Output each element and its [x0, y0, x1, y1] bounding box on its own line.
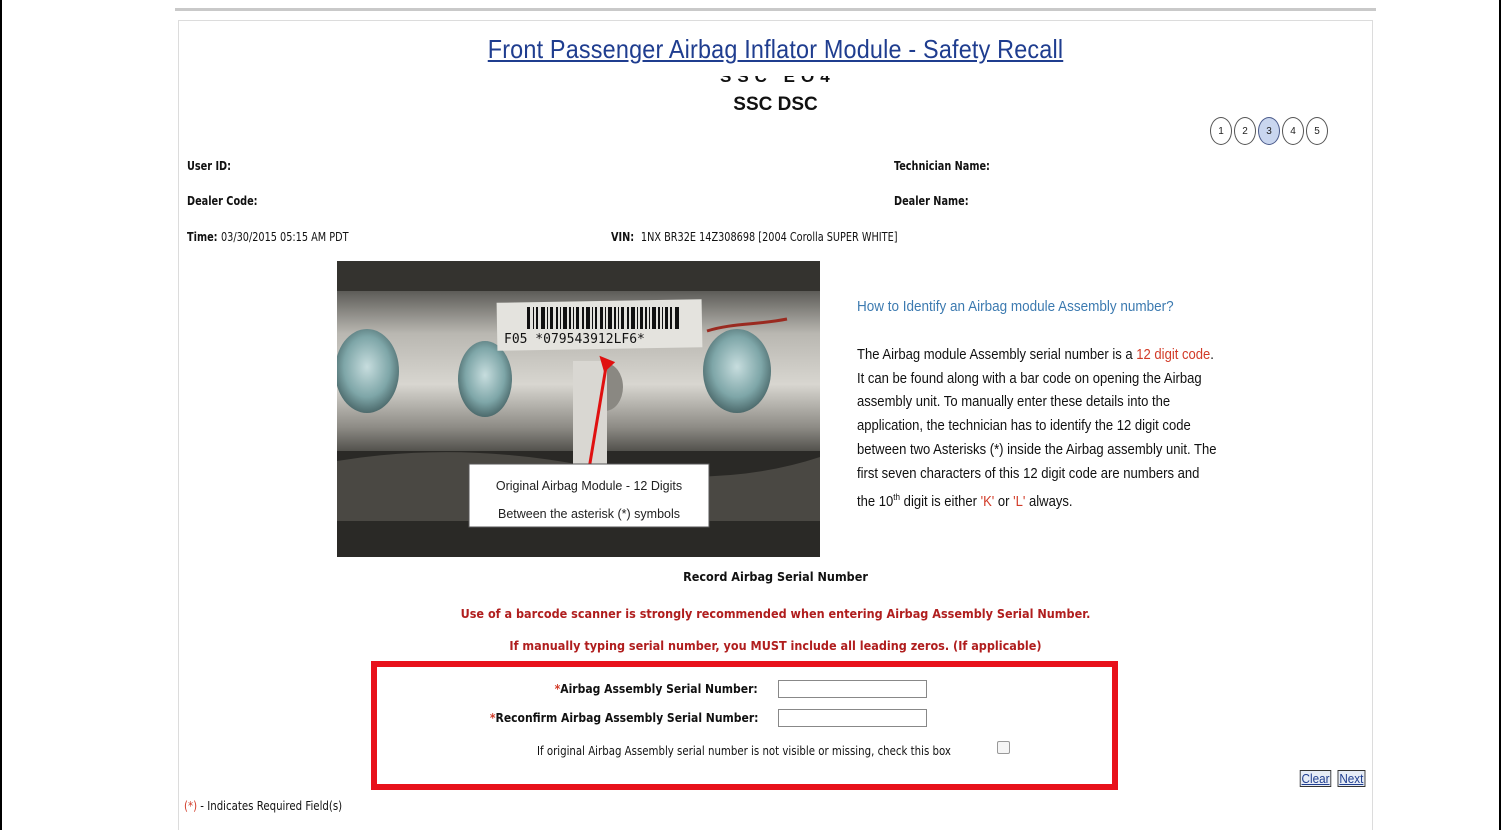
info-text: digit is either — [900, 494, 981, 511]
info-highlight: 12 digit code — [1136, 347, 1211, 363]
barcode-scanner-warning: Use of a barcode scanner is strongly rec… — [460, 606, 1091, 621]
dealer-code-label: Dealer Code: — [187, 194, 258, 208]
record-serial-title: Record Airbag Serial Number — [683, 569, 868, 584]
barcode-label: F05 *079543912LF6* — [504, 332, 645, 347]
vin-value: 1NX BR32E 14Z308698 [2004 Corolla SUPER … — [640, 230, 898, 244]
step-indicator: 1 2 3 4 5 — [1210, 117, 1328, 145]
airbag-module-illustration: F05 *079543912LF6* Original Airbag Modul… — [337, 261, 820, 557]
info-highlight: 'K' — [980, 494, 995, 511]
page-subtitle: SSC DSC — [733, 94, 818, 115]
time-field: Time: 03/30/2015 05:15 AM PDT — [187, 230, 349, 244]
dealer-name-label: Dealer Name: — [894, 194, 969, 208]
step-1[interactable]: 1 — [1210, 117, 1232, 145]
info-text: . It can be found along with a bar code … — [857, 347, 1217, 511]
required-fields-legend: (*) - Indicates Required Field(s) — [184, 799, 342, 813]
airbag-info-title: How to Identify an Airbag module Assembl… — [857, 298, 1174, 315]
leading-zeros-warning: If manually typing serial number, you MU… — [509, 638, 1042, 653]
serial-entry-highlight — [371, 661, 1118, 790]
next-button[interactable]: Next — [1337, 770, 1366, 787]
photo-caption-line-1: Original Airbag Module - 12 Digits — [496, 479, 682, 493]
info-text: The Airbag module Assembly serial number… — [857, 347, 1137, 363]
time-label: Time: — [187, 230, 218, 244]
time-value: 03/30/2015 05:15 AM PDT — [220, 230, 349, 244]
step-2[interactable]: 2 — [1234, 117, 1256, 145]
clear-button[interactable]: Clear — [1299, 770, 1332, 787]
window-border-left — [0, 0, 2, 830]
page-title: Front Passenger Airbag Inflator Module -… — [487, 34, 1064, 64]
airbag-info-body: The Airbag module Assembly serial number… — [857, 344, 1217, 515]
step-4[interactable]: 4 — [1282, 117, 1304, 145]
info-text: always. — [1025, 494, 1073, 511]
info-superscript: th — [893, 492, 901, 503]
airbag-module-photo: F05 *079543912LF6* Original Airbag Modul… — [337, 261, 820, 557]
clipped-subtitle-fragment: SSC EO4 — [720, 76, 836, 86]
info-text: or — [994, 494, 1014, 511]
page-top-bar — [175, 8, 1376, 11]
step-5[interactable]: 5 — [1306, 117, 1328, 145]
photo-caption-line-2: Between the asterisk (*) symbols — [498, 507, 680, 521]
user-id-label: User ID: — [187, 159, 232, 173]
vin-label: VIN: — [611, 230, 635, 244]
step-3-current[interactable]: 3 — [1258, 117, 1280, 145]
technician-name-label: Technician Name: — [894, 159, 990, 173]
info-highlight: 'L' — [1013, 494, 1026, 511]
legend-text: - Indicates Required Field(s) — [197, 799, 343, 813]
vin-field: VIN: 1NX BR32E 14Z308698 [2004 Corolla S… — [611, 230, 898, 244]
legend-marker: (*) — [184, 799, 198, 813]
